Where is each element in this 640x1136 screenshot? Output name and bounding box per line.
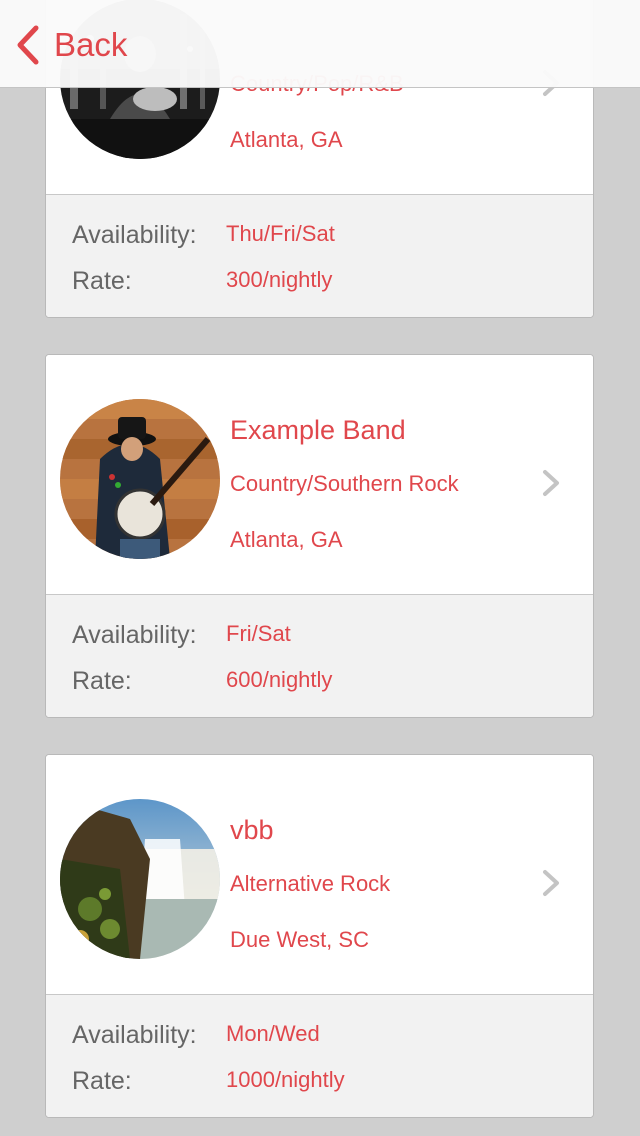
back-button[interactable]: Back (14, 22, 127, 68)
chevron-right-icon[interactable] (540, 468, 564, 498)
band-avatar (60, 399, 220, 559)
band-location: Atlanta, GA (230, 527, 343, 552)
band-avatar (60, 799, 220, 959)
rate-label: Rate: (72, 267, 132, 295)
rate-label: Rate: (72, 667, 132, 695)
screen: Country/Pop/R&B Atlanta, GA Availability… (0, 0, 640, 1136)
band-name: Example Band (230, 415, 406, 445)
chevron-left-icon (17, 25, 39, 65)
chevron-right-icon[interactable] (540, 868, 564, 898)
band-card-details: Availability: Thu/Fri/Sat Rate: 300/nigh… (46, 195, 593, 317)
rate-value: 300/nightly (226, 267, 333, 292)
band-card-details: Availability: Mon/Wed Rate: 1000/nightly (46, 995, 593, 1117)
navigation-bar: Back (0, 0, 640, 88)
availability-label: Availability: (72, 221, 197, 249)
band-location: Due West, SC (230, 927, 369, 952)
band-location: Atlanta, GA (230, 127, 343, 152)
availability-value: Fri/Sat (226, 621, 291, 646)
availability-label: Availability: (72, 1021, 197, 1049)
band-card-details: Availability: Fri/Sat Rate: 600/nightly (46, 595, 593, 717)
band-name: vbb (230, 815, 274, 845)
band-card[interactable]: vbb Alternative Rock Due West, SC Availa… (45, 754, 594, 1118)
waterfall-photo-icon (60, 799, 220, 959)
rate-value: 600/nightly (226, 667, 333, 692)
availability-value: Thu/Fri/Sat (226, 221, 335, 246)
back-label: Back (54, 26, 128, 63)
band-card-header[interactable]: vbb Alternative Rock Due West, SC (46, 755, 593, 995)
rate-value: 1000/nightly (226, 1067, 345, 1092)
availability-label: Availability: (72, 621, 197, 649)
band-genre: Alternative Rock (230, 871, 391, 896)
band-genre: Country/Southern Rock (230, 471, 459, 496)
band-list[interactable]: Country/Pop/R&B Atlanta, GA Availability… (0, 0, 640, 1136)
availability-value: Mon/Wed (226, 1021, 320, 1046)
rate-label: Rate: (72, 1067, 132, 1095)
band-card-header[interactable]: Example Band Country/Southern Rock Atlan… (46, 355, 593, 595)
band-card[interactable]: Example Band Country/Southern Rock Atlan… (45, 354, 594, 718)
banjo-player-photo-icon (60, 399, 220, 559)
